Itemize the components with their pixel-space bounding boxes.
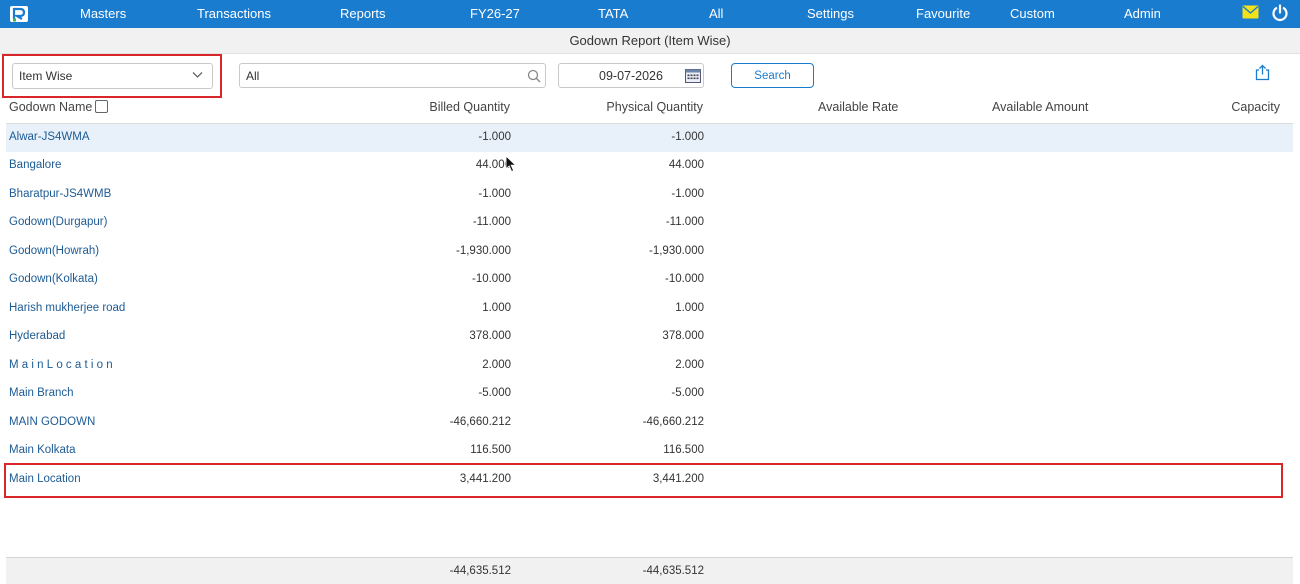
billed-quantity-total: -44,635.512 xyxy=(449,565,511,577)
billed-quantity-cell: -46,660.212 xyxy=(449,416,511,428)
godown-name-link[interactable]: Bharatpur-JS4WMB xyxy=(9,188,111,200)
table-row[interactable]: MAIN GODOWN -46,660.212 -46,660.212 xyxy=(6,409,1293,437)
billed-quantity-cell: 1.000 xyxy=(482,302,511,314)
physical-quantity-total: -44,635.512 xyxy=(642,565,704,577)
report-type-select[interactable]: Item Wise xyxy=(12,63,213,89)
billed-quantity-cell: -1.000 xyxy=(478,131,511,143)
godown-name-link[interactable]: Main Branch xyxy=(9,387,74,399)
search-icon[interactable] xyxy=(527,69,541,83)
physical-quantity-cell: 2.000 xyxy=(675,359,704,371)
app-logo-icon[interactable] xyxy=(9,5,29,23)
physical-quantity-cell: -1.000 xyxy=(671,131,704,143)
billed-quantity-cell: -1.000 xyxy=(478,188,511,200)
billed-quantity-cell: 378.000 xyxy=(469,330,511,342)
godown-name-link[interactable]: Main Kolkata xyxy=(9,444,75,456)
physical-quantity-cell: -1.000 xyxy=(671,188,704,200)
nav-financial-year[interactable]: FY26-27 xyxy=(470,6,520,21)
physical-quantity-cell: -11.000 xyxy=(665,216,704,228)
billed-quantity-cell: -10.000 xyxy=(471,273,511,285)
column-header-billed-quantity[interactable]: Billed Quantity xyxy=(429,100,510,114)
column-header-available-rate[interactable]: Available Rate xyxy=(818,100,898,114)
godown-name-link[interactable]: Alwar-JS4WMA xyxy=(9,131,90,143)
power-icon[interactable] xyxy=(1271,4,1289,22)
godown-name-link[interactable]: MainLocation xyxy=(9,359,116,371)
column-header-capacity[interactable]: Capacity xyxy=(1231,100,1280,114)
page-title: Godown Report (Item Wise) xyxy=(569,33,731,48)
table-row[interactable]: Main Kolkata 116.500 116.500 xyxy=(6,437,1293,465)
chevron-down-icon xyxy=(192,72,203,78)
title-bar: Godown Report (Item Wise) xyxy=(0,28,1300,54)
table-row[interactable]: Hyderabad 378.000 378.000 xyxy=(6,323,1293,351)
physical-quantity-cell: -5.000 xyxy=(671,387,704,399)
top-nav-bar: Masters Transactions Reports FY26-27 TAT… xyxy=(0,0,1300,28)
table-row[interactable]: Godown(Durgapur) -11.000 -11.000 xyxy=(6,209,1293,237)
table-row[interactable]: Main Branch -5.000 -5.000 xyxy=(6,380,1293,408)
billed-quantity-cell: -1,930.000 xyxy=(456,245,511,257)
date-input[interactable]: 09-07-2026 xyxy=(558,63,704,88)
nav-settings[interactable]: Settings xyxy=(807,6,854,21)
nav-reports[interactable]: Reports xyxy=(340,6,386,21)
billed-quantity-cell: -5.000 xyxy=(478,387,511,399)
godown-name-link[interactable]: Bangalore xyxy=(9,159,61,171)
table-row[interactable]: Harish mukherjee road 1.000 1.000 xyxy=(6,295,1293,323)
search-input[interactable]: All xyxy=(239,63,546,88)
nav-favourite[interactable]: Favourite xyxy=(916,6,970,21)
table-row[interactable]: Godown(Kolkata) -10.000 -10.000 xyxy=(6,266,1293,294)
table-row[interactable]: Alwar-JS4WMA -1.000 -1.000 xyxy=(6,124,1293,152)
table-row[interactable]: Bangalore 44.000 44.000 xyxy=(6,152,1293,180)
nav-admin[interactable]: Admin xyxy=(1124,6,1161,21)
search-value: All xyxy=(246,69,260,83)
nav-custom[interactable]: Custom xyxy=(1010,6,1055,21)
billed-quantity-cell: -11.000 xyxy=(472,216,511,228)
search-button[interactable]: Search xyxy=(731,63,814,88)
select-all-checkbox[interactable] xyxy=(95,100,108,113)
column-header-godown-name[interactable]: Godown Name xyxy=(9,100,92,114)
annotation-highlight-box xyxy=(4,463,1283,498)
mail-icon[interactable] xyxy=(1242,5,1259,19)
physical-quantity-cell: -46,660.212 xyxy=(642,416,704,428)
totals-footer: -44,635.512 -44,635.512 xyxy=(6,557,1293,584)
physical-quantity-cell: 378.000 xyxy=(662,330,704,342)
physical-quantity-cell: 1.000 xyxy=(675,302,704,314)
date-value: 09-07-2026 xyxy=(599,69,663,83)
godown-name-link[interactable]: Godown(Kolkata) xyxy=(9,273,98,285)
calendar-icon[interactable] xyxy=(685,68,701,83)
billed-quantity-cell: 2.000 xyxy=(482,359,511,371)
physical-quantity-cell: -1,930.000 xyxy=(649,245,704,257)
physical-quantity-cell: 116.500 xyxy=(663,444,704,456)
table-row[interactable]: Godown(Howrah) -1,930.000 -1,930.000 xyxy=(6,238,1293,266)
nav-branch[interactable]: All xyxy=(709,6,723,21)
report-type-value: Item Wise xyxy=(19,69,73,83)
table-row[interactable]: MainLocation 2.000 2.000 xyxy=(6,352,1293,380)
godown-name-link[interactable]: Godown(Howrah) xyxy=(9,245,99,257)
nav-masters[interactable]: Masters xyxy=(80,6,126,21)
physical-quantity-cell: 44.000 xyxy=(668,159,704,171)
export-icon[interactable] xyxy=(1254,64,1271,81)
nav-company[interactable]: TATA xyxy=(598,6,628,21)
column-header-physical-quantity[interactable]: Physical Quantity xyxy=(606,100,703,114)
godown-name-link[interactable]: Godown(Durgapur) xyxy=(9,216,107,228)
nav-transactions[interactable]: Transactions xyxy=(197,6,271,21)
column-header-available-amount[interactable]: Available Amount xyxy=(992,100,1088,114)
godown-name-link[interactable]: MAIN GODOWN xyxy=(9,416,95,428)
physical-quantity-cell: -10.000 xyxy=(664,273,704,285)
mouse-cursor-icon xyxy=(505,155,517,173)
billed-quantity-cell: 116.500 xyxy=(470,444,511,456)
godown-name-link[interactable]: Harish mukherjee road xyxy=(9,302,125,314)
table-row[interactable]: Bharatpur-JS4WMB -1.000 -1.000 xyxy=(6,181,1293,209)
godown-name-link[interactable]: Hyderabad xyxy=(9,330,65,342)
